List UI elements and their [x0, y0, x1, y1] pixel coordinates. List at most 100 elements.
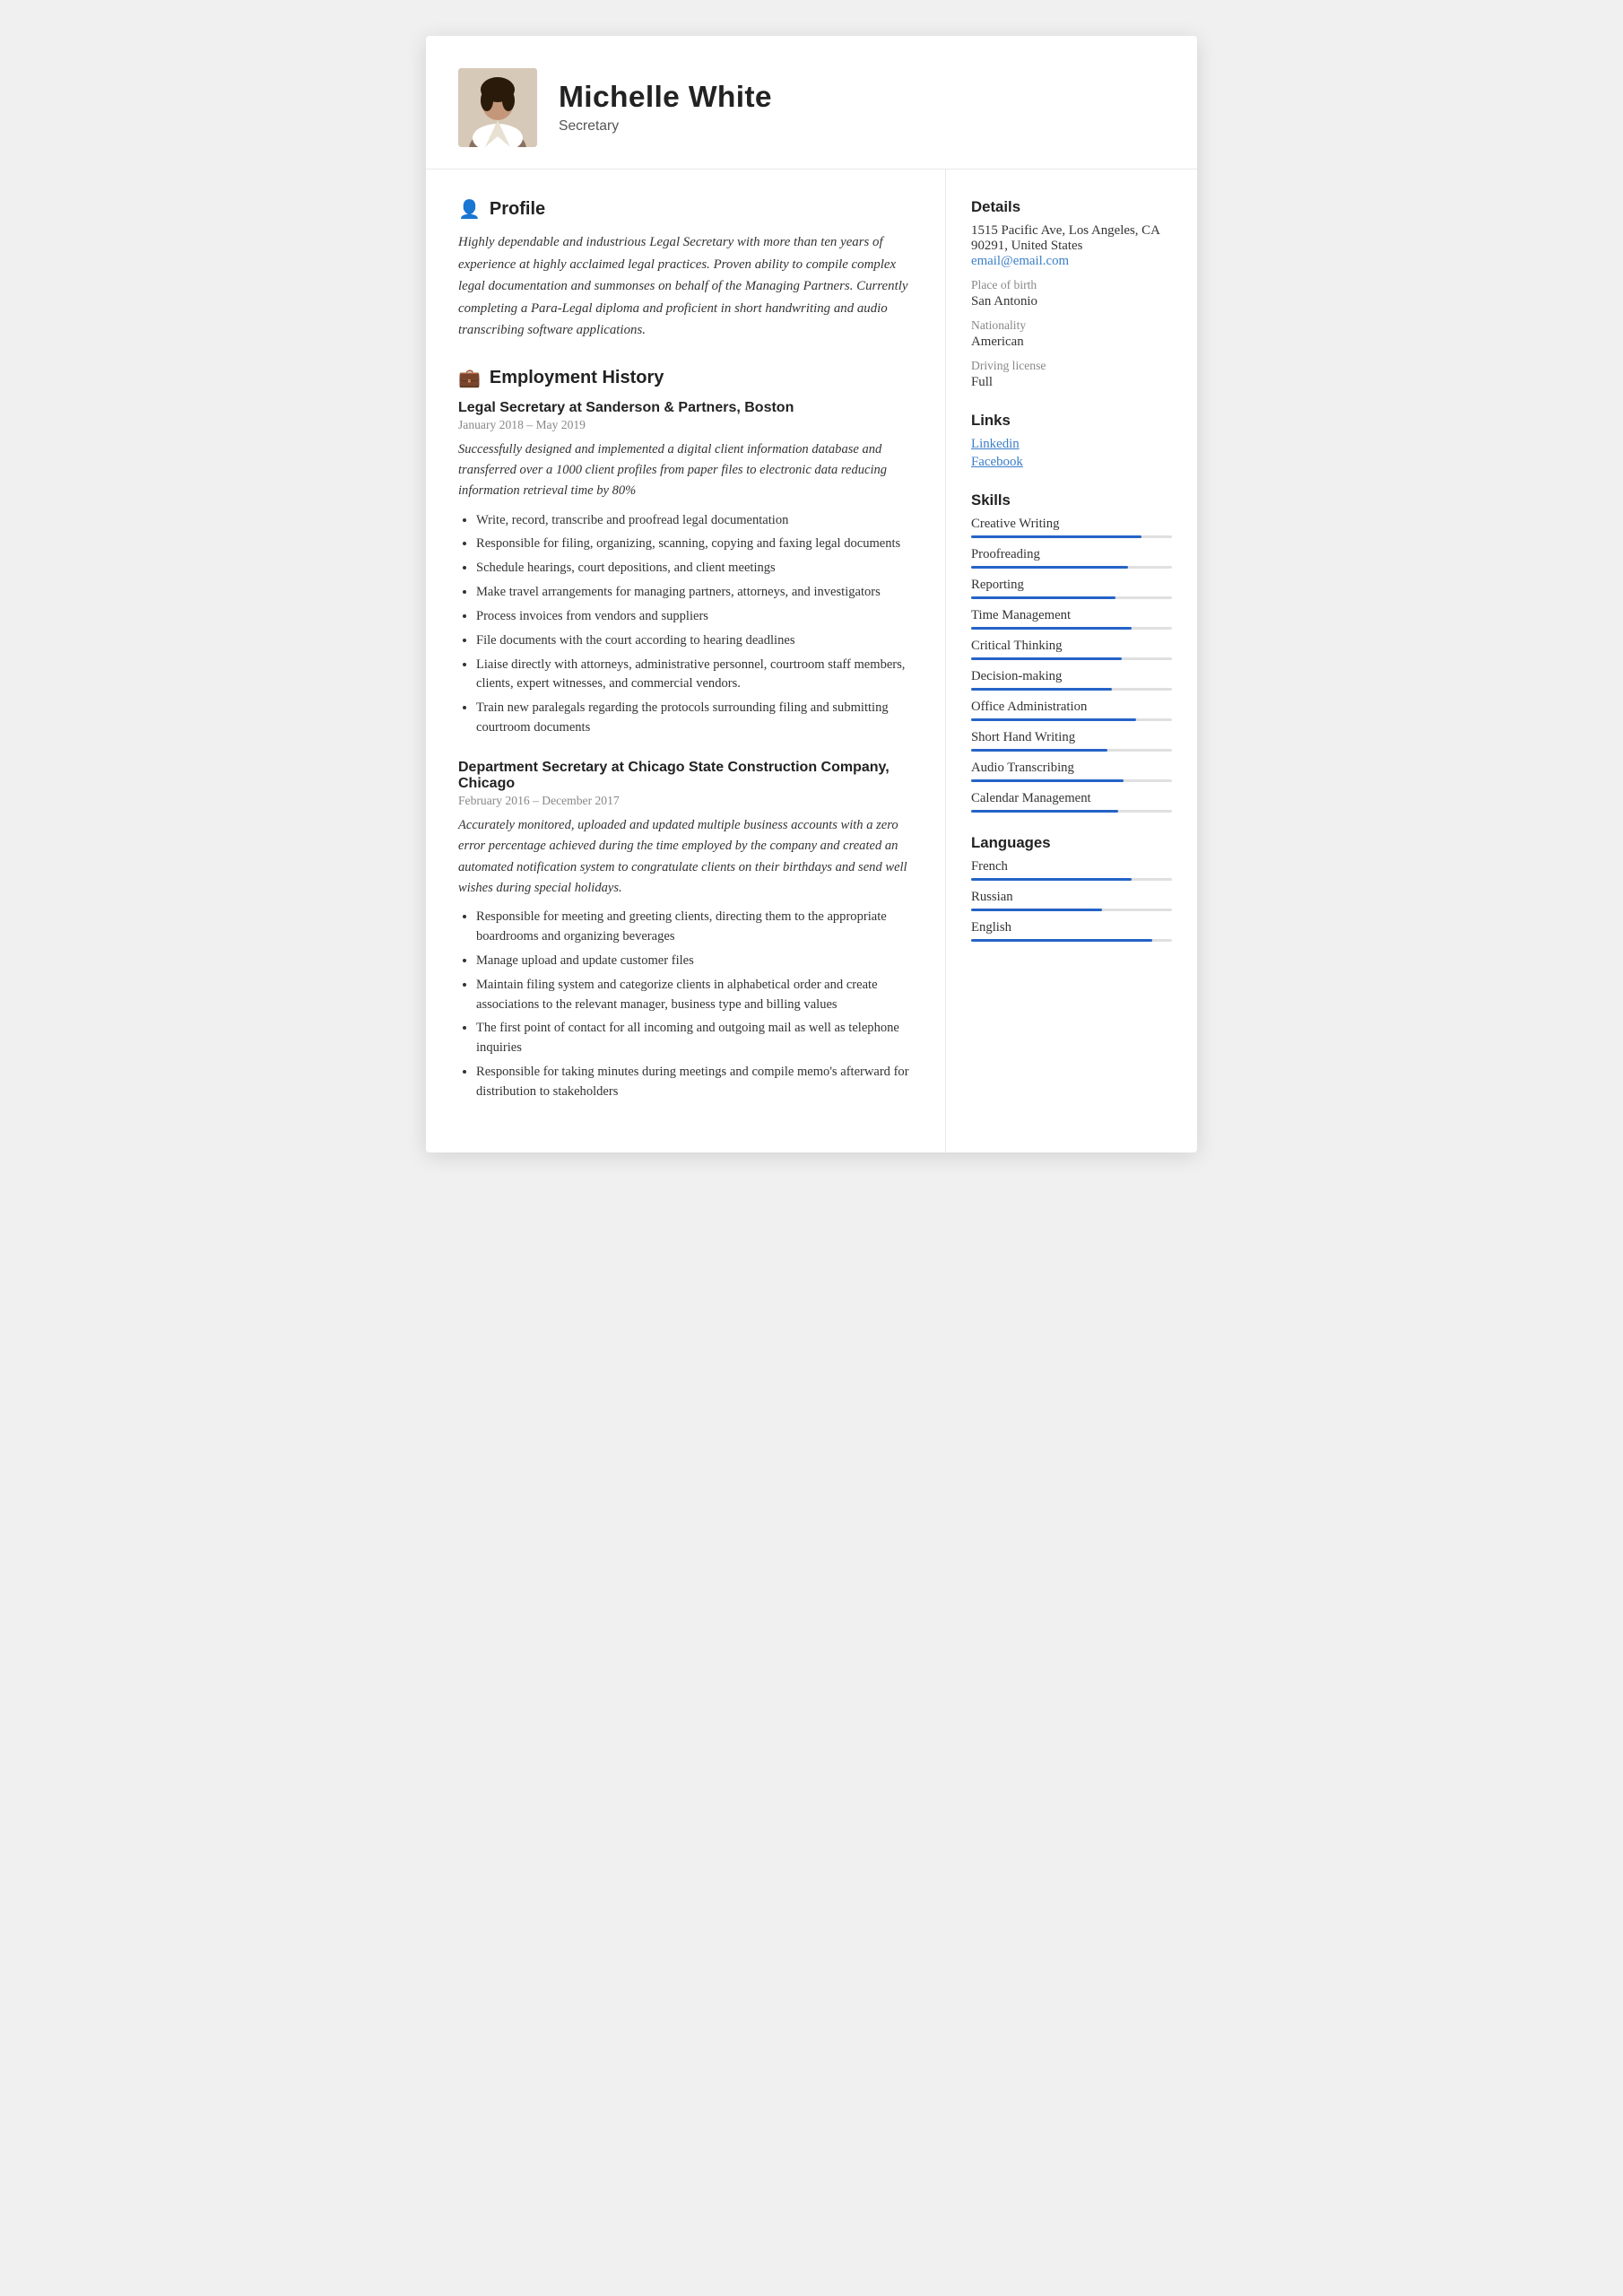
job-dates-2: February 2016 – December 2017	[458, 794, 913, 808]
skill-bar-fill	[971, 779, 1124, 782]
language-name: Russian	[971, 890, 1172, 905]
skill-bar-fill	[971, 535, 1141, 538]
skill-bar-fill	[971, 688, 1112, 691]
language-bar-fill	[971, 878, 1132, 881]
place-of-birth-value: San Antonio	[971, 294, 1172, 309]
header-info: Michelle White Secretary	[559, 81, 1154, 135]
skill-name: Proofreading	[971, 547, 1172, 562]
employment-icon: 💼	[458, 367, 481, 389]
job-summary-1: Successfully designed and implemented a …	[458, 439, 913, 502]
skill-name: Decision-making	[971, 669, 1172, 684]
details-title: Details	[971, 198, 1172, 216]
links-section: Links Linkedin Facebook	[971, 412, 1172, 470]
header-section: Michelle White Secretary	[426, 36, 1197, 170]
job-bullets-2: Responsible for meeting and greeting cli…	[458, 908, 913, 1102]
skill-name: Time Management	[971, 608, 1172, 623]
header-title: Secretary	[559, 118, 1154, 135]
skill-item: Critical Thinking	[971, 639, 1172, 660]
profile-section: 👤 Profile Highly dependable and industri…	[458, 198, 913, 342]
languages-list: French Russian English	[971, 859, 1172, 942]
skill-name: Short Hand Writing	[971, 730, 1172, 745]
facebook-link[interactable]: Facebook	[971, 455, 1172, 470]
driving-license-value: Full	[971, 375, 1172, 390]
list-item: Make travel arrangements for managing pa…	[476, 583, 913, 603]
skills-list: Creative Writing Proofreading Reporting …	[971, 517, 1172, 813]
skill-item: Calendar Management	[971, 791, 1172, 813]
list-item: Process invoices from vendors and suppli…	[476, 607, 913, 627]
employment-section-title: 💼 Employment History	[458, 367, 913, 389]
skill-bar-fill	[971, 718, 1136, 721]
details-email[interactable]: email@email.com	[971, 254, 1172, 269]
profile-icon: 👤	[458, 198, 481, 221]
profile-section-title: 👤 Profile	[458, 198, 913, 221]
skill-bar-fill	[971, 596, 1115, 599]
skill-bar-fill	[971, 566, 1128, 569]
skill-name: Reporting	[971, 578, 1172, 593]
skill-bar-bg	[971, 566, 1172, 569]
skill-bar-bg	[971, 718, 1172, 721]
skill-item: Creative Writing	[971, 517, 1172, 538]
skill-bar-bg	[971, 596, 1172, 599]
skill-item: Time Management	[971, 608, 1172, 630]
list-item: Write, record, transcribe and proofread …	[476, 511, 913, 531]
language-name: French	[971, 859, 1172, 874]
job-title-1: Legal Secretary at Sanderson & Partners,…	[458, 400, 913, 416]
job-title-2: Department Secretary at Chicago State Co…	[458, 760, 913, 792]
job-dates-1: January 2018 – May 2019	[458, 418, 913, 432]
employment-section: 💼 Employment History Legal Secretary at …	[458, 367, 913, 1102]
skill-bar-bg	[971, 657, 1172, 660]
linkedin-link[interactable]: Linkedin	[971, 437, 1172, 452]
skill-item: Decision-making	[971, 669, 1172, 691]
list-item: File documents with the court according …	[476, 631, 913, 651]
language-bar-bg	[971, 939, 1172, 942]
skill-item: Reporting	[971, 578, 1172, 599]
list-item: The first point of contact for all incom…	[476, 1019, 913, 1058]
main-body: 👤 Profile Highly dependable and industri…	[426, 170, 1197, 1152]
header-name: Michelle White	[559, 81, 1154, 115]
list-item: Train new paralegals regarding the proto…	[476, 699, 913, 738]
right-column: Details 1515 Pacific Ave, Los Angeles, C…	[946, 170, 1197, 1152]
skill-item: Short Hand Writing	[971, 730, 1172, 752]
skill-bar-fill	[971, 657, 1122, 660]
details-address: 1515 Pacific Ave, Los Angeles, CA 90291,…	[971, 223, 1172, 254]
list-item: Liaise directly with attorneys, administ…	[476, 656, 913, 695]
driving-license-label: Driving license	[971, 359, 1172, 373]
skill-name: Office Administration	[971, 700, 1172, 715]
skill-bar-fill	[971, 749, 1107, 752]
links-title: Links	[971, 412, 1172, 430]
skill-bar-bg	[971, 535, 1172, 538]
language-item: Russian	[971, 890, 1172, 911]
language-bar-bg	[971, 878, 1172, 881]
skill-item: Proofreading	[971, 547, 1172, 569]
list-item: Maintain filing system and categorize cl…	[476, 976, 913, 1015]
skills-section: Skills Creative Writing Proofreading Rep…	[971, 491, 1172, 813]
skill-bar-bg	[971, 749, 1172, 752]
job-bullets-1: Write, record, transcribe and proofread …	[458, 511, 913, 738]
languages-title: Languages	[971, 834, 1172, 852]
profile-text: Highly dependable and industrious Legal …	[458, 231, 913, 342]
skill-name: Creative Writing	[971, 517, 1172, 532]
language-bar-fill	[971, 909, 1102, 911]
list-item: Schedule hearings, court depositions, an…	[476, 559, 913, 578]
list-item: Responsible for meeting and greeting cli…	[476, 908, 913, 947]
language-item: English	[971, 920, 1172, 942]
skill-bar-bg	[971, 688, 1172, 691]
job-summary-2: Accurately monitored, uploaded and updat…	[458, 815, 913, 899]
place-of-birth-label: Place of birth	[971, 278, 1172, 292]
language-bar-bg	[971, 909, 1172, 911]
list-item: Responsible for taking minutes during me…	[476, 1063, 913, 1102]
skill-name: Critical Thinking	[971, 639, 1172, 654]
skill-bar-bg	[971, 779, 1172, 782]
nationality-value: American	[971, 335, 1172, 350]
skill-bar-fill	[971, 627, 1132, 630]
language-name: English	[971, 920, 1172, 935]
resume-card: Michelle White Secretary 👤 Profile Highl…	[426, 36, 1197, 1152]
skill-name: Calendar Management	[971, 791, 1172, 806]
left-column: 👤 Profile Highly dependable and industri…	[426, 170, 946, 1152]
job-block-1: Legal Secretary at Sanderson & Partners,…	[458, 400, 913, 738]
skill-bar-fill	[971, 810, 1118, 813]
skill-item: Audio Transcribing	[971, 761, 1172, 782]
list-item: Responsible for filing, organizing, scan…	[476, 535, 913, 554]
nationality-label: Nationality	[971, 318, 1172, 333]
skill-item: Office Administration	[971, 700, 1172, 721]
